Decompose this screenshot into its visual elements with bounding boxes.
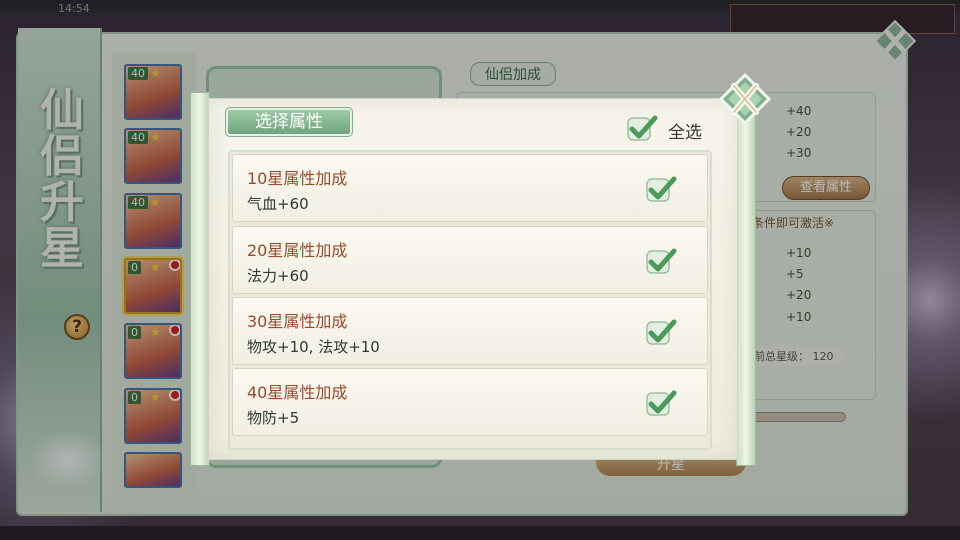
attribute-row[interactable]: 10星属性加成 气血+60 bbox=[232, 154, 708, 222]
attribute-row[interactable]: 20星属性加成 法力+60 bbox=[232, 226, 708, 294]
checkmark-icon[interactable] bbox=[645, 247, 677, 275]
attribute-list[interactable]: 10星属性加成 气血+60 20星属性加成 法力+60 30星属性加成 物攻+1… bbox=[228, 150, 712, 450]
attribute-title: 10星属性加成 bbox=[247, 169, 348, 188]
attribute-row[interactable]: 40星属性加成 物防+5 bbox=[232, 368, 708, 436]
checkmark-icon[interactable] bbox=[645, 175, 677, 203]
checkmark-icon[interactable] bbox=[645, 389, 677, 417]
attribute-row[interactable]: 30星属性加成 物攻+10, 法攻+10 bbox=[232, 297, 708, 365]
select-all-toggle[interactable]: 全选 bbox=[626, 114, 716, 143]
checkmark-icon[interactable] bbox=[626, 114, 658, 142]
select-all-label[interactable]: 全选 bbox=[668, 118, 702, 143]
select-attribute-dialog: 选择属性 全选 10星属性加成 气血+60 20星属性加成 法力+60 30星属… bbox=[190, 92, 756, 466]
attribute-title: 20星属性加成 bbox=[247, 241, 348, 260]
attribute-desc: 法力+60 bbox=[247, 267, 309, 285]
attribute-title: 40星属性加成 bbox=[247, 383, 348, 402]
scroll-rod-left bbox=[190, 92, 210, 466]
dialog-title: 选择属性 bbox=[225, 107, 353, 137]
attribute-desc: 气血+60 bbox=[247, 195, 309, 213]
close-icon[interactable] bbox=[716, 70, 774, 128]
scroll-rod-right bbox=[736, 92, 756, 466]
attribute-title: 30星属性加成 bbox=[247, 312, 348, 331]
checkmark-icon[interactable] bbox=[645, 318, 677, 346]
attribute-desc: 物攻+10, 法攻+10 bbox=[247, 338, 380, 356]
attribute-desc: 物防+5 bbox=[247, 409, 300, 427]
